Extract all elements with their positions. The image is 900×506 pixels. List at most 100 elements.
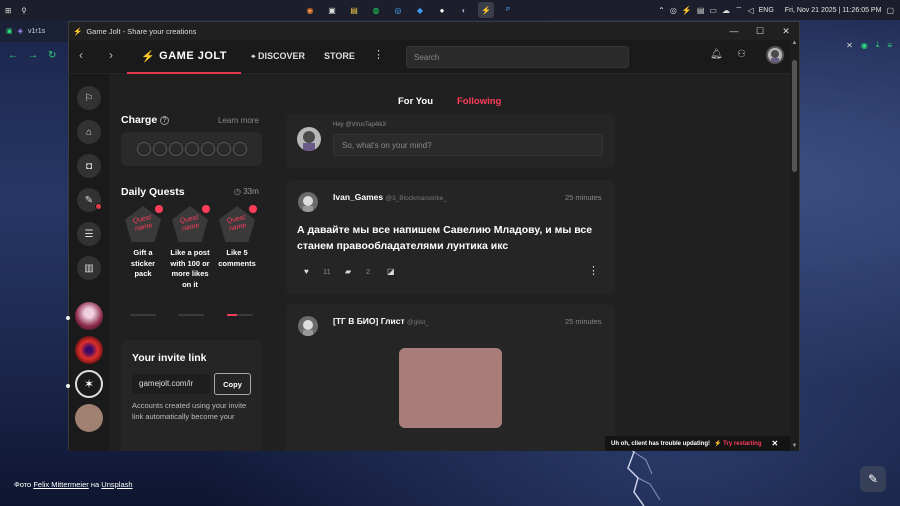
system-tray: ⌃ ◎ ⚡ ▤ ▭ ☁ ⌔ ◁ ENG Fri, Nov 21 2025 | 1…: [658, 0, 900, 20]
quest-card-2[interactable]: Quest name Like a post with 100 or more …: [170, 205, 210, 290]
community-avatar-3[interactable]: ✶: [75, 370, 103, 398]
community-unread-pip: [66, 316, 70, 320]
taskbar-app-browser-icon[interactable]: ◎: [390, 2, 406, 18]
tray-gamejolt-icon[interactable]: ⚡: [682, 6, 692, 15]
quest-card-1[interactable]: Quest name Gift a sticker pack: [123, 205, 163, 280]
composer-input[interactable]: [333, 134, 603, 156]
tab-for-you[interactable]: For You: [398, 96, 433, 107]
composer-greeting: Hey @VirusTap4ikX: [333, 122, 387, 128]
edit-wallpaper-button[interactable]: ✎: [860, 466, 886, 492]
extension-icon[interactable]: ◉: [861, 41, 868, 50]
taskbar-clock[interactable]: Fri, Nov 21 2025 | 11:26:05 PM: [785, 7, 882, 14]
taskbar-app-terminal-icon[interactable]: ▣: [324, 2, 340, 18]
sidebar-home-button[interactable]: ⚐: [77, 86, 101, 110]
nav-forward-icon[interactable]: ›: [109, 48, 113, 62]
chat-icon: ☰: [84, 228, 94, 240]
window-controls: — ☐ ✕: [721, 22, 799, 40]
quest-new-pip: [155, 205, 163, 213]
post-time[interactable]: 25 minutes: [565, 317, 602, 326]
post-author[interactable]: Ivan_Games @3_Blockmanstrike_: [333, 192, 447, 202]
user-avatar[interactable]: [766, 46, 784, 64]
language-indicator[interactable]: ENG: [759, 7, 774, 14]
like-button[interactable]: ♥: [304, 267, 309, 276]
banner-close-icon[interactable]: ✕: [772, 439, 779, 448]
sidebar-chat-button[interactable]: ☰: [77, 222, 101, 246]
taskbar-app-firefox-icon[interactable]: ◉: [302, 2, 318, 18]
quest-card-3[interactable]: Quest name Like 5 comments: [217, 205, 257, 269]
charge-orbs: [121, 132, 262, 166]
refresh-icon[interactable]: ↻: [48, 50, 56, 61]
post-card[interactable]: [ТГ В БИО] Глист @glist_ 25 minutes: [286, 304, 615, 451]
post-card[interactable]: Ivan_Games @3_Blockmanstrike_ 25 minutes…: [286, 180, 615, 294]
scroll-up-icon[interactable]: ▲: [790, 40, 799, 48]
download-icon[interactable]: ⤓: [876, 40, 880, 50]
composer-avatar[interactable]: [297, 127, 321, 151]
close-window-button[interactable]: ✕: [773, 22, 799, 40]
taskbar-app-steam-icon[interactable]: ◐: [456, 2, 472, 18]
quest-icon-text: Quest name: [179, 214, 201, 233]
logo-bolt-icon: ⚡: [140, 50, 156, 63]
windows-start-icon[interactable]: ⊞: [5, 6, 11, 15]
menu-icon[interactable]: ≡: [887, 41, 892, 50]
forward-arrow-icon[interactable]: →: [28, 50, 38, 61]
taskbar-app-extra-icon[interactable]: ᴾ: [500, 2, 516, 18]
community-avatar-1[interactable]: [75, 302, 103, 330]
taskbar-app-gamejolt-icon[interactable]: ⚡: [478, 2, 494, 18]
chevron-up-icon[interactable]: ⌃: [658, 6, 665, 15]
post-time[interactable]: 25 minutes: [565, 193, 602, 202]
tray-display-icon[interactable]: ▭: [709, 6, 717, 15]
volume-icon[interactable]: ◁: [747, 6, 753, 15]
community-avatar-4[interactable]: [75, 404, 103, 432]
friends-icon[interactable]: ⚇: [737, 49, 746, 60]
sidebar-library-button[interactable]: ▥: [77, 256, 101, 280]
tray-clipboard-icon[interactable]: ▤: [697, 6, 705, 15]
gamejolt-logo[interactable]: ⚡ GAME JOLT: [127, 40, 241, 74]
sidebar-quests-button[interactable]: ✎: [77, 188, 102, 212]
notification-icon[interactable]: ▢: [886, 6, 894, 15]
notifications-bell-icon[interactable]: 🔔︎: [710, 49, 723, 60]
credit-author-link[interactable]: Felix Mittermeier: [33, 480, 88, 489]
discover-link[interactable]: ⌖ DISCOVER: [251, 51, 305, 62]
sticker-button[interactable]: ◪: [387, 267, 395, 276]
help-icon[interactable]: ?: [160, 115, 170, 125]
taskbar-app-vscode-icon[interactable]: ◆: [412, 2, 428, 18]
invite-url-field[interactable]: gamejolt.com/ir: [132, 374, 210, 394]
post-author[interactable]: [ТГ В БИО] Глист @glist_: [333, 316, 429, 326]
taskbar-app-folder-icon[interactable]: ▤: [346, 2, 362, 18]
back-arrow-icon[interactable]: ←: [8, 50, 18, 61]
window-titlebar[interactable]: ⚡ Game Jolt - Share your creations: [69, 22, 799, 40]
banner-message: Uh oh, client has trouble updating!: [611, 440, 710, 447]
sidebar-backpack-button[interactable]: ◘: [77, 154, 101, 178]
learn-more-link[interactable]: Learn more: [218, 116, 259, 125]
comment-button[interactable]: ▰: [345, 267, 351, 276]
community-avatar-2[interactable]: [75, 336, 103, 364]
nav-back-icon[interactable]: ‹: [79, 48, 83, 62]
search-input[interactable]: [406, 46, 629, 68]
tray-cloud-icon[interactable]: ☁: [722, 6, 730, 15]
minimize-button[interactable]: —: [721, 22, 747, 40]
search-icon[interactable]: ⚲: [21, 6, 27, 15]
sidebar-store-button[interactable]: ⌂: [77, 120, 101, 144]
scroll-thumb[interactable]: [792, 60, 797, 172]
taskbar-app-obs-icon[interactable]: ●: [434, 2, 450, 18]
top-navigation: ‹ › ⚡ GAME JOLT ⌖ DISCOVER STORE ⋮ 🔔︎ ⚇: [69, 40, 791, 74]
post-more-icon[interactable]: ⋮: [588, 264, 599, 277]
credit-site-link[interactable]: Unsplash: [101, 480, 132, 489]
try-restarting-link[interactable]: ⚡ Try restarting: [714, 440, 762, 447]
post-author-avatar[interactable]: [298, 316, 318, 336]
background-browser-tab[interactable]: ▣ ◈ v1r1s: [0, 20, 68, 42]
scroll-down-icon[interactable]: ▼: [790, 443, 799, 451]
store-link[interactable]: STORE: [324, 51, 355, 61]
window-scrollbar[interactable]: ▲ ▼: [790, 40, 799, 451]
wifi-icon[interactable]: ⌔: [735, 5, 743, 15]
window-close-bg-icon[interactable]: ✕: [846, 41, 853, 50]
more-menu-icon[interactable]: ⋮: [373, 48, 384, 61]
taskbar-app-spotify-icon[interactable]: ◍: [368, 2, 384, 18]
tray-app-icon[interactable]: ◎: [670, 6, 677, 15]
post-author-avatar[interactable]: [298, 192, 318, 212]
copy-invite-button[interactable]: Copy: [214, 373, 251, 395]
post-image[interactable]: [399, 348, 502, 428]
maximize-button[interactable]: ☐: [747, 22, 773, 40]
windows-taskbar: ⊞ ⚲ ◉ ▣ ▤ ◍ ◎ ◆ ● ◐ ⚡ ᴾ ⌃ ◎ ⚡ ▤ ▭ ☁ ⌔ ◁ …: [0, 0, 900, 20]
tab-following[interactable]: Following: [457, 96, 501, 107]
